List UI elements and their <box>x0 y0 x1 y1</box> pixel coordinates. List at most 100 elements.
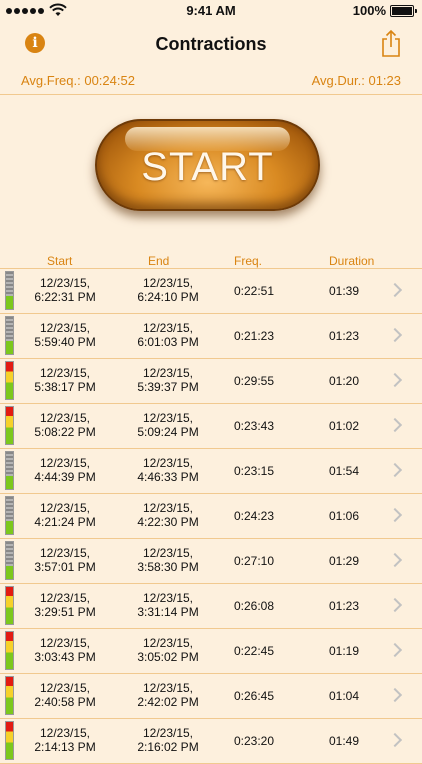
chevron-right-icon <box>387 597 403 613</box>
chevron-right-icon <box>387 687 403 703</box>
end-date: 12/23/15, <box>142 501 194 515</box>
table-row[interactable]: 12/23/15, 5:59:40 PM 12/23/15, 6:01:03 PM 0:… <box>0 314 422 359</box>
table-row[interactable]: 12/23/15, 2:14:13 PM 12/23/15, 2:16:02 PM 0:… <box>0 719 422 764</box>
start-cell: 12/23/15, 3:57:01 PM <box>20 546 110 574</box>
start-time: 5:38:17 PM <box>34 380 96 394</box>
duration-cell: 01:04 <box>328 689 360 703</box>
end-cell: 12/23/15, 3:05:02 PM <box>123 636 213 664</box>
end-cell: 12/23/15, 5:39:37 PM <box>123 366 213 394</box>
duration-cell: 01:39 <box>328 284 360 298</box>
intensity-meter <box>5 676 14 715</box>
duration-cell: 01:19 <box>328 644 360 658</box>
table-row[interactable]: 12/23/15, 4:44:39 PM 12/23/15, 4:46:33 PM 0:… <box>0 449 422 494</box>
share-icon[interactable] <box>380 28 402 58</box>
average-duration: Avg.Dur.: 01:23 <box>311 73 401 88</box>
start-time: 3:03:43 PM <box>34 650 96 664</box>
duration-cell: 01:23 <box>328 329 360 343</box>
start-date: 12/23/15, <box>39 591 91 605</box>
end-date: 12/23/15, <box>142 366 194 380</box>
intensity-meter <box>5 541 14 580</box>
end-time: 2:16:02 PM <box>137 740 199 754</box>
start-time: 3:57:01 PM <box>34 560 96 574</box>
frequency-cell: 0:23:20 <box>233 734 275 748</box>
table-row[interactable]: 12/23/15, 4:21:24 PM 12/23/15, 4:22:30 PM 0:… <box>0 494 422 539</box>
start-date: 12/23/15, <box>39 501 91 515</box>
duration-cell: 01:02 <box>328 419 360 433</box>
table-row[interactable]: 12/23/15, 6:22:31 PM 12/23/15, 6:24:10 PM 0:… <box>0 268 422 314</box>
frequency-cell: 0:24:23 <box>233 509 275 523</box>
start-time: 4:44:39 PM <box>34 470 96 484</box>
end-cell: 12/23/15, 6:01:03 PM <box>123 321 213 349</box>
table-header: Start End Freq. Duration <box>0 254 422 268</box>
start-cell: 12/23/15, 4:21:24 PM <box>20 501 110 529</box>
start-cell: 12/23/15, 3:29:51 PM <box>20 591 110 619</box>
start-time: 6:22:31 PM <box>34 290 96 304</box>
start-time: 5:08:22 PM <box>34 425 96 439</box>
duration-cell: 01:23 <box>328 599 360 613</box>
start-date: 12/23/15, <box>39 321 91 335</box>
frequency-cell: 0:26:08 <box>233 599 275 613</box>
intensity-meter <box>5 631 14 670</box>
table-row[interactable]: 12/23/15, 2:40:58 PM 12/23/15, 2:42:02 PM 0:… <box>0 674 422 719</box>
start-cell: 12/23/15, 5:59:40 PM <box>20 321 110 349</box>
frequency-cell: 0:21:23 <box>233 329 275 343</box>
chevron-right-icon <box>387 282 403 298</box>
chevron-right-icon <box>387 732 403 748</box>
duration-cell: 01:20 <box>328 374 360 388</box>
summary-bar: Avg.Freq.: 00:24:52 Avg.Dur.: 01:23 <box>0 66 422 95</box>
start-date: 12/23/15, <box>39 636 91 650</box>
start-button[interactable]: START <box>95 119 320 211</box>
intensity-meter <box>5 361 14 400</box>
end-time: 2:42:02 PM <box>137 695 199 709</box>
frequency-cell: 0:26:45 <box>233 689 275 703</box>
start-date: 12/23/15, <box>39 726 91 740</box>
end-cell: 12/23/15, 3:58:30 PM <box>123 546 213 574</box>
duration-cell: 01:29 <box>328 554 360 568</box>
intensity-meter <box>5 406 14 445</box>
column-header-frequency: Freq. <box>234 254 263 268</box>
table-row[interactable]: 12/23/15, 3:57:01 PM 12/23/15, 3:58:30 PM 0:… <box>0 539 422 584</box>
average-frequency: Avg.Freq.: 00:24:52 <box>21 73 135 88</box>
end-cell: 12/23/15, 6:24:10 PM <box>123 276 213 304</box>
start-date: 12/23/15, <box>39 456 91 470</box>
intensity-meter <box>5 271 14 310</box>
intensity-meter <box>5 496 14 535</box>
end-date: 12/23/15, <box>142 681 194 695</box>
end-time: 5:09:24 PM <box>137 425 199 439</box>
duration-cell: 01:49 <box>328 734 360 748</box>
start-time: 3:29:51 PM <box>34 605 96 619</box>
start-button-label: START <box>141 145 274 189</box>
table-row[interactable]: 12/23/15, 5:08:22 PM 12/23/15, 5:09:24 PM 0:… <box>0 404 422 449</box>
end-date: 12/23/15, <box>142 636 194 650</box>
end-date: 12/23/15, <box>142 591 194 605</box>
frequency-cell: 0:23:15 <box>233 464 275 478</box>
table-row[interactable]: 12/23/15, 3:29:51 PM 12/23/15, 3:31:14 PM 0:… <box>0 584 422 629</box>
duration-cell: 01:06 <box>328 509 360 523</box>
intensity-meter <box>5 721 14 760</box>
start-date: 12/23/15, <box>39 411 91 425</box>
start-time: 2:40:58 PM <box>34 695 96 709</box>
end-time: 3:58:30 PM <box>137 560 199 574</box>
contractions-list: 12/23/15, 6:22:31 PM 12/23/15, 6:24:10 PM 0:… <box>0 268 422 764</box>
frequency-cell: 0:22:45 <box>233 644 275 658</box>
end-date: 12/23/15, <box>142 321 194 335</box>
frequency-cell: 0:23:43 <box>233 419 275 433</box>
start-time: 2:14:13 PM <box>34 740 96 754</box>
end-time: 6:01:03 PM <box>137 335 199 349</box>
status-bar: 9:41 AM 100% <box>0 0 422 22</box>
table-row[interactable]: 12/23/15, 3:03:43 PM 12/23/15, 3:05:02 PM 0:… <box>0 629 422 674</box>
chevron-right-icon <box>387 507 403 523</box>
end-time: 4:22:30 PM <box>137 515 199 529</box>
end-cell: 12/23/15, 3:31:14 PM <box>123 591 213 619</box>
start-time: 4:21:24 PM <box>34 515 96 529</box>
intensity-meter <box>5 316 14 355</box>
column-header-end: End <box>148 254 170 268</box>
battery-icon <box>390 5 417 17</box>
table-row[interactable]: 12/23/15, 5:38:17 PM 12/23/15, 5:39:37 PM 0:… <box>0 359 422 404</box>
chevron-right-icon <box>387 417 403 433</box>
battery-percentage: 100% <box>352 3 386 18</box>
duration-cell: 01:54 <box>328 464 360 478</box>
start-cell: 12/23/15, 2:40:58 PM <box>20 681 110 709</box>
end-date: 12/23/15, <box>142 456 194 470</box>
start-cell: 12/23/15, 4:44:39 PM <box>20 456 110 484</box>
